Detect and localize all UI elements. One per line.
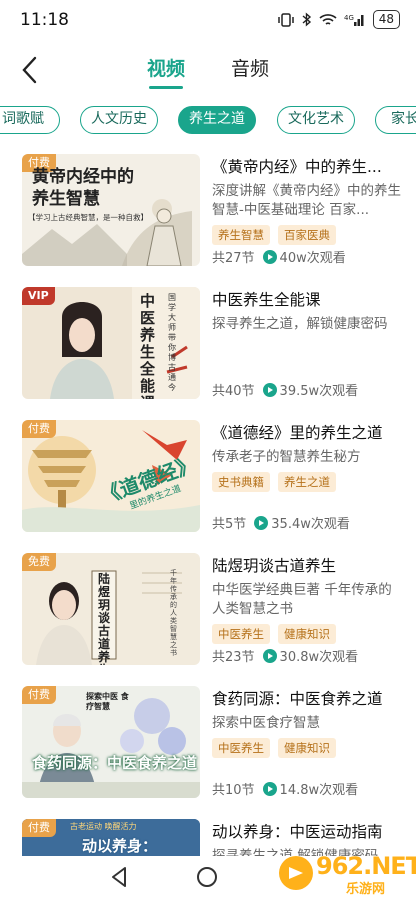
badge-paid: 付费 [22, 420, 56, 438]
media-tabs: 视频 音频 [0, 54, 416, 89]
course-info: 陆煜玥谈古道养生 中华医学经典巨著 千年传承的人类智慧之书 中医养生 健康知识 … [212, 553, 402, 665]
watermark-sub: 乐游网 [346, 882, 386, 897]
view-count: 14.8w次观看 [279, 783, 359, 798]
bluetooth-icon [302, 12, 311, 27]
course-title: 陆煜玥谈古道养生 [212, 557, 337, 575]
badge-paid: 付费 [22, 686, 56, 704]
tag: 史书典籍 [212, 472, 270, 492]
status-icons: 4G 48 [277, 10, 400, 29]
lesson-count: 共27节 [212, 251, 255, 266]
lesson-count: 共23节 [212, 650, 255, 665]
course-info: 《道德经》里的养生之道 传承老子的智慧养生秘方 史书典籍 养生之道 共5节 35… [212, 420, 402, 532]
course-tags: 养生智慧 百家医典 [212, 225, 402, 245]
course-thumbnail: 付费 动以养身： 古老运动 唤醒活力 [22, 819, 200, 856]
course-thumbnail: 免费 陆煜玥谈古道养生 千年传承的人类智慧之书 [22, 553, 200, 665]
badge-vip: VIP [22, 287, 55, 305]
course-thumbnail: 付费 《道德经》 里的养生之道 [22, 420, 200, 532]
thumbnail-subtitle: 【学习上古经典智慧，是一种自救】 [28, 213, 148, 222]
course-thumbnail: VIP 中医养生全能课 国学大师带你博古通今 [22, 287, 200, 399]
lesson-count: 共40节 [212, 384, 255, 399]
course-item[interactable]: VIP 中医养生全能课 国学大师带你博古通今 中医养生全能课 探寻养生之道，解锁… [22, 287, 402, 401]
course-meta: 共27节 40w次观看 [212, 247, 346, 266]
play-icon [262, 648, 277, 663]
course-title: 《黄帝内经》中的养生... [212, 158, 382, 176]
tab-video[interactable]: 视频 [147, 54, 185, 89]
category-chips: 词歌赋 人文历史 养生之道 文化艺术 家长 [0, 106, 416, 136]
view-count: 40w次观看 [279, 251, 346, 266]
watermark-logo-icon [279, 856, 313, 890]
tag: 中医养生 [212, 738, 270, 758]
battery-indicator: 48 [372, 10, 400, 29]
course-tags: 中医养生 健康知识 [212, 738, 402, 758]
watermark: 962.NET 乐游网 [276, 850, 416, 897]
tab-audio[interactable]: 音频 [231, 54, 269, 89]
nav-home-icon[interactable] [197, 867, 217, 887]
course-desc: 探寻养生之道，解锁健康密码 [212, 316, 388, 332]
chip-history[interactable]: 人文历史 [80, 106, 158, 134]
tag: 养生之道 [278, 472, 336, 492]
course-title: 动以养身：中医运动指南 [212, 823, 383, 841]
tag: 健康知识 [278, 738, 336, 758]
svg-text:4G: 4G [344, 14, 354, 22]
course-desc: 中华医学经典巨著 千年传承的人类智慧之书 [212, 582, 392, 617]
nav-back-icon[interactable] [110, 866, 128, 888]
course-meta: 共40节 39.5w次观看 [212, 380, 358, 399]
tag: 健康知识 [278, 624, 336, 644]
chip-culture[interactable]: 文化艺术 [277, 106, 355, 134]
badge-free: 免费 [22, 553, 56, 571]
wifi-icon [319, 13, 337, 25]
course-tags: 史书典籍 养生之道 [212, 472, 402, 492]
course-info: 中医养生全能课 探寻养生之道，解锁健康密码 共40节 39.5w次观看 [212, 287, 402, 399]
chip-health[interactable]: 养生之道 [178, 106, 256, 134]
course-meta: 共10节 14.8w次观看 [212, 779, 358, 798]
thumbnail-title: 食药同源：中医食养之道 [32, 754, 198, 772]
play-icon [262, 249, 277, 264]
thumbnail-subtitle: 探索中医 食疗智慧 [86, 692, 129, 711]
course-item[interactable]: 免费 陆煜玥谈古道养生 千年传承的人类智慧之书 陆煜玥谈古道养生 中华医学经典巨… [22, 553, 402, 667]
play-icon [262, 781, 277, 796]
view-count: 30.8w次观看 [279, 650, 359, 665]
view-count: 39.5w次观看 [279, 384, 359, 399]
course-title: 食药同源：中医食养之道 [212, 690, 383, 708]
watermark-text: 962.NET [316, 852, 416, 880]
tag: 中医养生 [212, 624, 270, 644]
thumbnail-title: 黄帝内经中的养生智慧 [32, 167, 134, 209]
view-count: 35.4w次观看 [271, 517, 350, 532]
play-icon [262, 382, 277, 397]
thumbnail-subtitle: 国学大师带你博古通今 [168, 293, 176, 392]
course-desc: 探索中医食疗智慧 [212, 715, 320, 731]
course-item[interactable]: 付费 黄帝内经中的养生智慧 【学习上古经典智慧，是一种自救】 《黄帝内经》中的养… [22, 154, 402, 268]
thumbnail-title: 陆煜玥谈古道养生 [98, 572, 111, 666]
thumbnail-title: 中医养生全能课 [140, 292, 156, 400]
course-info: 食药同源：中医食养之道 探索中医食疗智慧 中医养生 健康知识 共10节 14.8… [212, 686, 402, 798]
tag: 养生智慧 [212, 225, 270, 245]
course-meta: 共5节 35.4w次观看 [212, 513, 350, 532]
chip-parent[interactable]: 家长 [375, 106, 416, 134]
lesson-count: 共10节 [212, 783, 255, 798]
course-thumbnail: 付费 黄帝内经中的养生智慧 【学习上古经典智慧，是一种自救】 [22, 154, 200, 266]
course-item[interactable]: 付费 食药同源：中医食养之道 探索中医 食疗智慧 食药同源：中医食养之道 探索中… [22, 686, 402, 800]
thumbnail-title: 动以养身： [82, 837, 158, 855]
course-thumbnail: 付费 食药同源：中医食养之道 探索中医 食疗智慧 [22, 686, 200, 798]
thumbnail-subtitle: 古老运动 唤醒活力 [70, 822, 137, 831]
course-title: 《道德经》里的养生之道 [212, 424, 383, 442]
course-title: 中医养生全能课 [212, 291, 321, 309]
course-info: 《黄帝内经》中的养生... 深度讲解《黄帝内经》中的养生智慧-中医基础理论 百家… [212, 154, 402, 266]
tag: 百家医典 [278, 225, 336, 245]
play-icon [254, 515, 269, 530]
status-time: 11:18 [20, 10, 69, 30]
lesson-count: 共5节 [212, 517, 247, 532]
thumbnail-subtitle: 千年传承的人类智慧之书 [170, 569, 177, 657]
course-meta: 共23节 30.8w次观看 [212, 646, 358, 665]
signal-icon: 4G [344, 14, 364, 26]
course-desc: 深度讲解《黄帝内经》中的养生智慧-中医基础理论 百家... [212, 183, 401, 218]
vibrate-icon [277, 12, 294, 27]
status-bar: 11:18 4G 48 [0, 0, 416, 40]
course-item[interactable]: 付费 《道德经》 里的养生之道 《道德经》里的养生之道 传承老子的智慧养生秘方 … [22, 420, 402, 534]
course-desc: 传承老子的智慧养生秘方 [212, 449, 361, 465]
header: 视频 音频 [0, 42, 416, 98]
badge-paid: 付费 [22, 819, 56, 837]
chip-poetry[interactable]: 词歌赋 [0, 106, 60, 134]
course-tags: 中医养生 健康知识 [212, 624, 402, 644]
